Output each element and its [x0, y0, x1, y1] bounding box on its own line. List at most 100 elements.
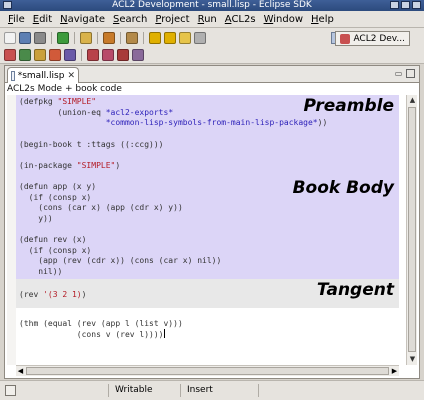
code-token: (if (consp x) — [19, 245, 92, 255]
fast-view-icon[interactable] — [5, 385, 16, 396]
menu-bar: File Edit Navigate Search Project Run ACL2s Win… — [0, 11, 424, 28]
close-tab-icon[interactable]: ✕ — [67, 71, 75, 81]
build-icon[interactable] — [103, 32, 115, 44]
save-icon[interactable] — [19, 32, 31, 44]
menu-item[interactable]: Run — [194, 11, 221, 28]
acl2-stop-icon[interactable] — [117, 49, 129, 61]
maximize-view-icon[interactable] — [406, 69, 415, 78]
code-token: *acl2-exports* — [105, 107, 174, 117]
code-token: (in-package — [19, 160, 77, 170]
minimize-view-icon[interactable]: ▭ — [394, 69, 403, 78]
back-icon[interactable] — [179, 32, 191, 44]
code-editor[interactable]: (defpkg "SIMPLE" (union-eq *acl2-exports… — [16, 95, 399, 365]
acl2-undo-icon[interactable] — [87, 49, 99, 61]
menu-mnemonic: N — [60, 13, 68, 25]
code-token: ) — [81, 289, 87, 299]
tab-small-lisp[interactable]: *small.lisp ✕ — [7, 67, 79, 83]
status-writable: Writable — [108, 384, 180, 397]
code-token: (cons v (rev l)))) — [19, 330, 164, 340]
acl2-clear-icon[interactable] — [132, 49, 144, 61]
perspective-button[interactable]: ACL2 Dev... — [335, 31, 410, 46]
book-body-label: Book Body — [292, 178, 394, 198]
toolbar-row-main — [4, 30, 206, 46]
open-type-icon[interactable] — [80, 32, 92, 44]
menu-mnemonic: W — [263, 13, 274, 25]
menu-label: earch — [119, 13, 148, 25]
menu-item[interactable]: Window — [260, 11, 307, 28]
code-token: (defun rev (x) — [19, 234, 87, 244]
menu-mnemonic: H — [311, 13, 319, 25]
next-annotation-icon[interactable] — [149, 32, 161, 44]
code-token: "SIMPLE" — [57, 97, 97, 106]
status-bar: Writable Insert — [0, 380, 424, 400]
scroll-up-icon[interactable]: ▲ — [408, 96, 417, 105]
horizontal-scroll-thumb[interactable] — [26, 367, 389, 375]
acl2-icon[interactable] — [4, 49, 16, 61]
menu-item[interactable]: ACL2s — [221, 11, 260, 28]
tangent-label: Tangent — [316, 280, 394, 300]
scroll-left-icon[interactable]: ◀ — [16, 366, 25, 376]
code-token: '(3 2 1) — [43, 289, 82, 299]
run-icon[interactable] — [57, 32, 69, 44]
close-window-icon[interactable] — [412, 1, 421, 9]
menu-item[interactable]: File — [4, 11, 29, 28]
status-position — [258, 384, 328, 397]
acl2-redo-icon[interactable] — [102, 49, 114, 61]
prev-annotation-icon[interactable] — [164, 32, 176, 44]
vertical-scrollbar[interactable]: ▲ ▼ — [406, 95, 417, 365]
scroll-down-icon[interactable]: ▼ — [408, 355, 417, 364]
maximize-window-icon[interactable] — [401, 1, 410, 9]
code-token: nil)) — [19, 266, 63, 276]
tab-label: *small.lisp — [17, 70, 65, 81]
horizontal-scrollbar[interactable]: ◀ ▶ — [16, 365, 399, 376]
menu-item[interactable]: Search — [109, 11, 151, 28]
toolbar-separator — [120, 32, 121, 44]
perspective-label: ACL2 Dev... — [353, 33, 405, 44]
search-icon[interactable] — [126, 32, 138, 44]
code-token: "SIMPLE" — [76, 160, 116, 170]
menu-item[interactable]: Help — [307, 11, 338, 28]
code-token: (if (consp x) — [19, 192, 92, 202]
menu-item[interactable]: Navigate — [56, 11, 109, 28]
menu-label: roject — [161, 13, 190, 25]
text-cursor — [163, 329, 165, 339]
editor-tab-bar: *small.lisp ✕ ▭ — [5, 66, 419, 83]
code-token: (union-eq — [19, 107, 106, 117]
tangent-region: (rev '(3 2 1)) Tangent — [16, 279, 399, 308]
minimize-window-icon[interactable] — [390, 1, 399, 9]
toolbar-separator — [74, 32, 75, 44]
preamble-region: (defpkg "SIMPLE" (union-eq *acl2-exports… — [16, 95, 399, 129]
menu-label: avigate — [67, 13, 105, 25]
print-icon[interactable] — [34, 32, 46, 44]
code-token: (defun app (x y) — [19, 181, 97, 191]
preamble-label: Preamble — [303, 96, 394, 116]
toolbar: ACL2 Dev... — [0, 28, 424, 64]
code-token: (app (rev (cdr x)) (cons (car x) nil)) — [19, 256, 222, 266]
acl2-book-icon[interactable] — [64, 49, 76, 61]
code-token: (defpkg — [19, 97, 58, 106]
acl2-perspective-icon — [340, 33, 351, 44]
menu-item[interactable]: Project — [151, 11, 193, 28]
editor-ruler — [7, 95, 16, 365]
acl2-interrupt-icon[interactable] — [49, 49, 61, 61]
status-insert-mode: Insert — [180, 384, 258, 397]
active-region: (thm (equal (rev (app l (list v))) (cons… — [16, 308, 399, 365]
menu-item[interactable]: Edit — [29, 11, 56, 28]
acl2-run-icon[interactable] — [19, 49, 31, 61]
toolbar-separator — [97, 32, 98, 44]
vertical-scroll-thumb[interactable] — [408, 107, 416, 352]
tangent-code: (rev '(3 2 1)) — [19, 279, 86, 300]
code-token: *common-lisp-symbols-from-main-lisp-pack… — [19, 118, 318, 128]
acl2s-mode-line: ACL2s Mode + book code — [7, 84, 122, 94]
window-menu-icon[interactable] — [3, 1, 12, 9]
acl2-step-icon[interactable] — [34, 49, 46, 61]
toolbar-separator — [143, 32, 144, 44]
new-icon[interactable] — [4, 32, 16, 44]
window-title: ACL2 Development - small.lisp - Eclipse … — [112, 0, 312, 10]
menu-label: CL2s — [231, 13, 256, 25]
forward-icon[interactable] — [194, 32, 206, 44]
code-token: (rev — [19, 289, 44, 299]
scroll-right-icon[interactable]: ▶ — [390, 366, 399, 376]
book-body-code: (begin-book t :ttags ((:ccg))) (in-packa… — [19, 129, 221, 277]
book-body-region: (begin-book t :ttags ((:ccg))) (in-packa… — [16, 129, 399, 279]
